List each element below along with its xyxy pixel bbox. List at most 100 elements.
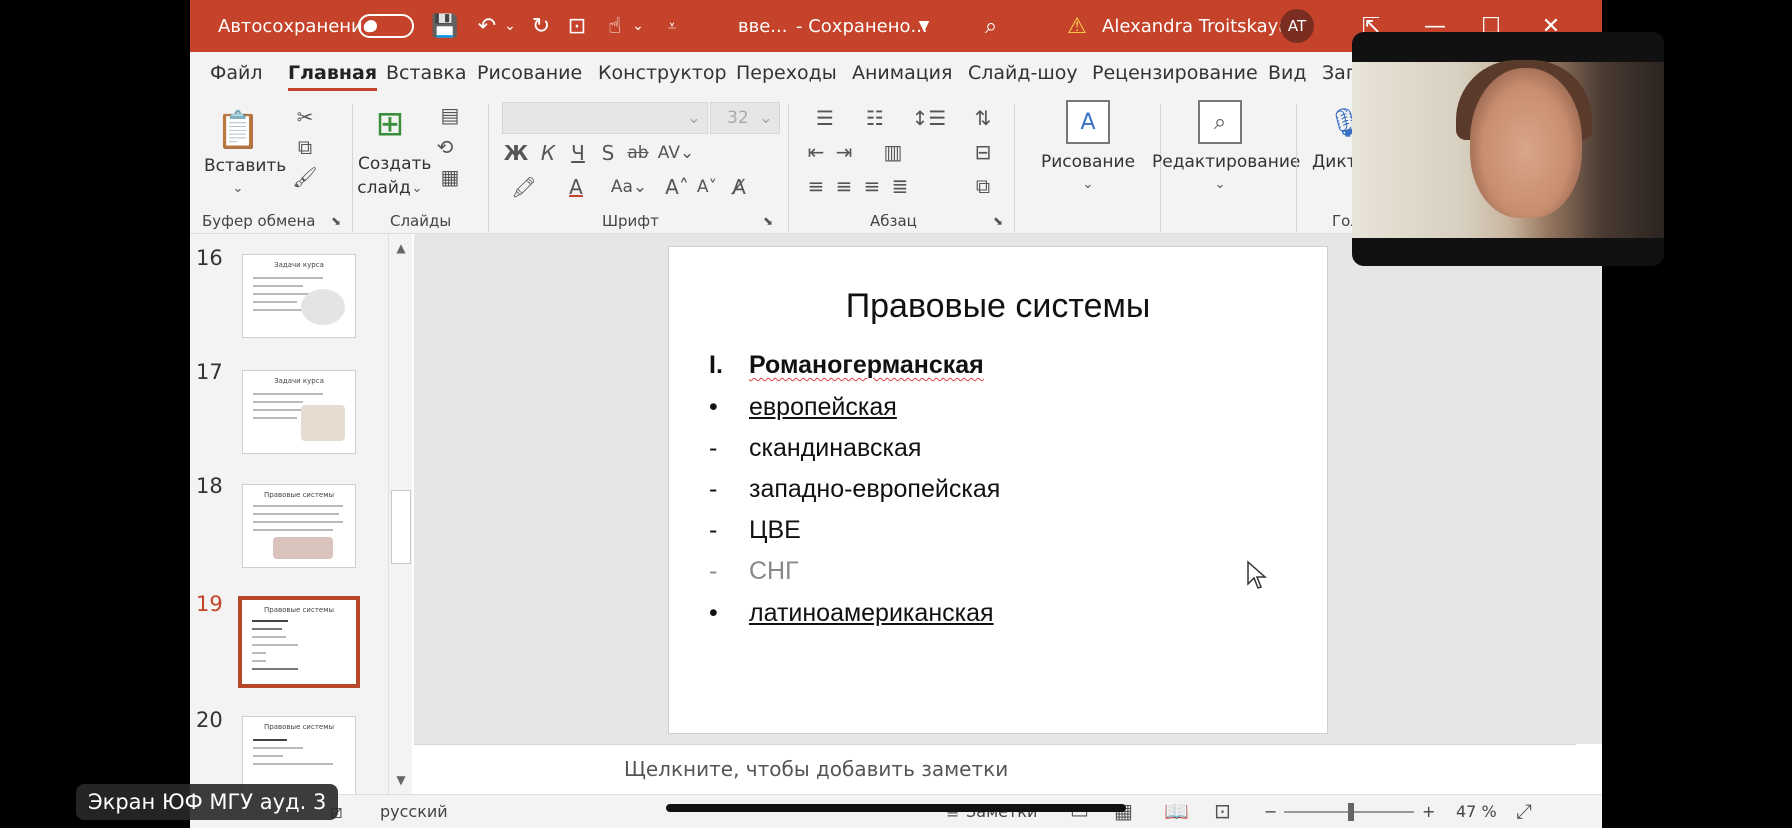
avatar[interactable]: AT <box>1280 9 1314 43</box>
tab-slideshow[interactable]: Слайд-шоу <box>968 62 1078 84</box>
thumbnails-scrollbar[interactable]: ▲ ▼ <box>388 234 412 794</box>
title-dropdown-icon[interactable]: ▼ <box>914 10 934 42</box>
current-slide[interactable]: Правовые системы I. Романогерманская • е… <box>668 246 1328 734</box>
reading-view-icon[interactable]: 📖 <box>1164 799 1189 823</box>
editing-dropdown-icon[interactable]: ⌄ <box>1212 174 1228 194</box>
paste-dropdown-icon[interactable]: ⌄ <box>230 178 246 198</box>
slide-thumbnail-selected[interactable]: Правовые системы <box>238 596 360 688</box>
redo-icon[interactable]: ↻ <box>526 10 556 42</box>
cut-icon[interactable]: ✂ <box>290 102 320 132</box>
align-text-icon[interactable]: ⊟ <box>960 138 1006 166</box>
scrollbar-thumb[interactable] <box>391 490 411 564</box>
list-item-text[interactable]: скандинавская <box>749 434 921 463</box>
tab-transitions[interactable]: Переходы <box>736 62 837 84</box>
paragraph-launcher-icon[interactable]: ⬊ <box>990 212 1006 230</box>
dictate-button[interactable]: Дикт <box>1312 150 1357 174</box>
tab-insert[interactable]: Вставка <box>386 62 467 84</box>
format-painter-icon[interactable]: 🖌 <box>290 162 320 192</box>
tab-view[interactable]: Вид <box>1268 62 1307 84</box>
tab-draw[interactable]: Рисование <box>477 62 582 84</box>
tab-home[interactable]: Главная <box>288 62 378 91</box>
list-item-text[interactable]: ЦВЕ <box>749 516 801 545</box>
list-item-text[interactable]: СНГ <box>749 557 799 586</box>
language-label[interactable]: русский <box>380 802 448 821</box>
page-dot[interactable] <box>996 784 1006 794</box>
slide-thumbnail[interactable]: Задачи курса <box>242 370 356 454</box>
align-center-icon[interactable]: ≡ <box>830 172 858 200</box>
decrease-font-icon[interactable]: A˅ <box>694 172 720 202</box>
drawing-icon[interactable]: A <box>1066 100 1110 144</box>
slide-thumbnail[interactable]: Правовые системы <box>242 484 356 568</box>
slideshow-view-icon[interactable]: ⊡ <box>1214 799 1231 823</box>
undo-dropdown-icon[interactable]: ⌄ <box>502 10 518 42</box>
tab-animations[interactable]: Анимация <box>852 62 952 84</box>
save-icon[interactable]: 💾 <box>430 10 460 42</box>
new-slide-dropdown-icon[interactable]: ⌄ <box>410 178 424 198</box>
drawing-dropdown-icon[interactable]: ⌄ <box>1080 174 1096 194</box>
font-name-combo[interactable]: ⌄ <box>502 102 708 134</box>
autosave-toggle[interactable] <box>358 14 414 38</box>
search-icon[interactable]: ⌕ <box>976 10 1006 42</box>
scroll-indicator[interactable] <box>666 804 1126 812</box>
page-dot[interactable] <box>852 784 862 794</box>
zoom-in-icon[interactable]: + <box>1422 802 1435 821</box>
smartart-icon[interactable]: ⧉ <box>960 172 1006 200</box>
section-icon[interactable]: ▦ <box>430 162 470 192</box>
align-right-icon[interactable]: ≡ <box>858 172 886 200</box>
new-slide-icon[interactable]: ⊞ <box>368 102 412 146</box>
font-launcher-icon[interactable]: ⬊ <box>760 212 776 230</box>
line-spacing-icon[interactable]: ↕☰ <box>906 104 952 132</box>
character-spacing-icon[interactable]: AV⌄ <box>654 138 698 168</box>
zoom-slider-handle[interactable] <box>1348 803 1354 821</box>
page-dot[interactable] <box>780 784 790 794</box>
page-dot[interactable] <box>924 784 934 794</box>
layout-icon[interactable]: ▤ <box>430 100 470 130</box>
font-size-combo[interactable]: 32 ⌄ <box>710 102 780 134</box>
customize-toolbar-icon[interactable]: ⩡ <box>660 10 684 42</box>
scroll-up-icon[interactable]: ▲ <box>389 238 413 258</box>
font-color-icon[interactable]: A <box>554 172 598 202</box>
touch-mode-icon[interactable]: ☝ <box>600 10 630 42</box>
bold-icon[interactable]: Ж <box>502 138 530 168</box>
decrease-indent-icon[interactable]: ⇤ <box>802 138 830 166</box>
new-slide-button-line2[interactable]: слайд <box>356 176 412 200</box>
paste-icon[interactable]: 📋 <box>216 104 261 156</box>
slide-title[interactable]: Правовые системы <box>669 287 1327 326</box>
new-slide-button-line1[interactable]: Создать <box>358 152 431 176</box>
underline-icon[interactable]: Ч <box>564 138 592 168</box>
document-title[interactable]: вве... <box>738 0 787 52</box>
page-dot-active[interactable] <box>816 784 826 794</box>
touch-dropdown-icon[interactable]: ⌄ <box>630 10 646 42</box>
paste-button[interactable]: Вставить <box>204 154 286 178</box>
fit-slide-icon[interactable]: ⤢ <box>1516 799 1532 823</box>
columns-icon[interactable]: ▥ <box>870 138 916 166</box>
justify-icon[interactable]: ≣ <box>886 172 914 200</box>
highlight-icon[interactable]: 🖍 <box>502 172 546 202</box>
list-item-text[interactable]: латиноамериканская <box>749 599 994 628</box>
text-direction-icon[interactable]: ⇅ <box>960 104 1006 132</box>
undo-icon[interactable]: ↶ <box>472 10 502 42</box>
page-dot[interactable] <box>888 784 898 794</box>
zoom-out-icon[interactable]: − <box>1264 802 1277 821</box>
user-name[interactable]: Alexandra Troitskaya <box>1102 0 1289 52</box>
increase-indent-icon[interactable]: ⇥ <box>830 138 858 166</box>
page-dot[interactable] <box>960 784 970 794</box>
list-item-text[interactable]: европейская <box>749 393 897 422</box>
save-status[interactable]: - Сохранено... <box>796 0 928 52</box>
editing-button[interactable]: Редактирование <box>1152 150 1300 174</box>
clipboard-launcher-icon[interactable]: ⬊ <box>328 212 344 230</box>
warning-icon[interactable]: ⚠ <box>1062 10 1092 42</box>
tab-file[interactable]: Файл <box>210 62 263 84</box>
drawing-button[interactable]: Рисование <box>1022 150 1154 174</box>
change-case-icon[interactable]: Aa⌄ <box>604 172 654 202</box>
strikethrough-icon[interactable]: ab <box>624 138 652 168</box>
shadow-icon[interactable]: S <box>594 138 622 168</box>
numbering-icon[interactable]: ☷ <box>852 104 898 132</box>
scroll-down-icon[interactable]: ▼ <box>389 770 413 790</box>
zoom-level[interactable]: 47 % <box>1456 802 1497 821</box>
bullets-icon[interactable]: ☰ <box>802 104 848 132</box>
clear-format-icon[interactable]: A̸ <box>726 172 752 202</box>
present-icon[interactable]: ⊡ <box>562 10 592 42</box>
list-item-text[interactable]: западно-европейская <box>749 475 1000 504</box>
find-icon[interactable]: ⌕ <box>1198 100 1242 144</box>
